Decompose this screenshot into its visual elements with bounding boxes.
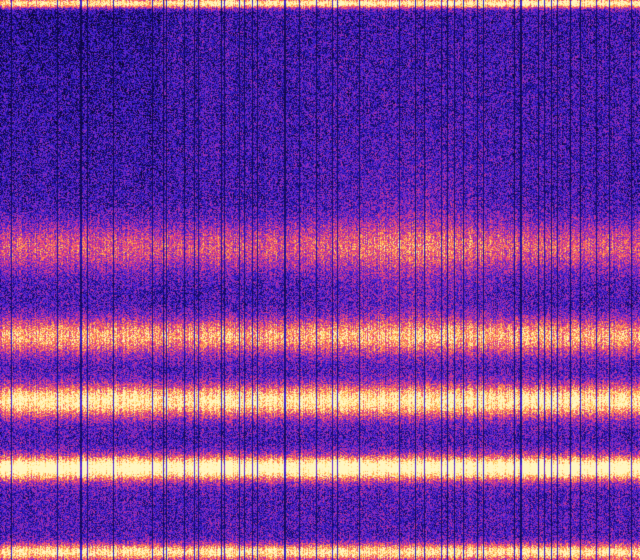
- spectrogram-view: [0, 0, 640, 560]
- spectrogram-image: [0, 0, 640, 560]
